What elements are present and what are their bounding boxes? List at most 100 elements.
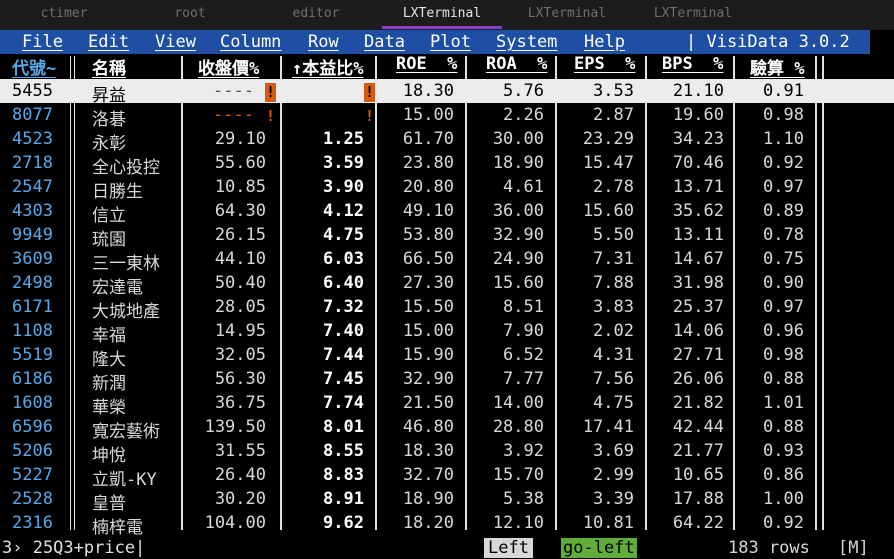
menu-column[interactable]: Column [220,32,281,52]
col-header-bps[interactable]: BPS % [662,54,723,78]
table-row-selected[interactable]: 5455 昇益 ---- 18.30 5.76 3.53 21.10 0.91!! [0,79,894,106]
cell-roe: 20.80 [402,177,454,197]
cell-price: 44.10 [214,249,266,269]
menu-edit[interactable]: Edit [88,32,129,52]
cell-roe: 53.80 [402,225,454,245]
menu-system[interactable]: System [496,32,557,52]
cell-bps: 14.06 [672,321,724,341]
cell-bps: 31.98 [672,273,724,293]
table-row[interactable]: 4303 信立 64.30 4.12 49.10 36.00 15.60 35.62 0.89 [0,199,894,226]
table-row[interactable]: 5206 坤悅 31.55 8.55 18.30 3.92 3.69 21.77 0.93 [0,439,894,466]
cell-roe: 15.50 [402,297,454,317]
table-row[interactable]: 6171 大城地產 28.05 7.32 15.50 8.51 3.83 25.37 0.97 [0,295,894,322]
cell-roa: 36.00 [492,201,544,221]
cell-code: 2528 [12,489,53,509]
cell-roa: 18.90 [492,153,544,173]
cell-eps: 2.87 [593,105,634,125]
cell-bps: 64.22 [672,513,724,533]
cell-price: 26.15 [214,225,266,245]
cell-eps: 2.02 [593,321,634,341]
cell-pe-ratio: 7.74 [323,393,364,413]
tab-lxterminal-3[interactable]: LXTerminal [634,6,752,21]
tab-editor[interactable]: editor [272,6,360,21]
cell-acid: 0.92 [763,153,804,173]
table-row[interactable]: 2547 日勝生 10.85 3.90 20.80 4.61 2.78 13.71 0.97 [0,175,894,202]
table-row[interactable]: 5227 立凱-KY 26.40 8.83 32.70 15.70 2.99 10.65 0.8… [0,463,894,490]
cell-eps: 5.50 [593,225,634,245]
cell-code: 4303 [12,201,53,221]
cell-roa: 5.76 [503,81,544,101]
menu-data[interactable]: Data [364,32,405,52]
cell-roa: 7.90 [503,321,544,341]
cell-roe: 15.00 [402,321,454,341]
cell-code: 9949 [12,225,53,245]
cell-code: 5519 [12,345,53,365]
table-row[interactable]: 4523 永彰 29.10 1.25 61.70 30.00 23.29 34.23 1.10 [0,127,894,154]
sheet-indicator[interactable]: 3› 25Q3+price| [2,538,145,558]
cell-eps: 3.53 [593,81,634,101]
cell-acid: 0.89 [763,201,804,221]
cell-pe-ratio: 8.55 [323,441,364,461]
cell-price: 104.00 [204,513,266,533]
cell-roe: 32.70 [402,465,454,485]
table-row[interactable]: 5519 隆大 32.05 7.44 15.90 6.52 4.31 27.71 0.98 [0,343,894,370]
menu-plot[interactable]: Plot [430,32,471,52]
cell-roa: 8.51 [503,297,544,317]
cell-bps: 17.88 [672,489,724,509]
cell-roa: 30.00 [492,129,544,149]
cell-pe-ratio: 6.03 [323,249,364,269]
col-header-acid[interactable]: 驗算 % [750,54,804,79]
col-header-price[interactable]: 收盤價% [198,54,259,79]
table-row[interactable]: 8077 洛碁 ---- 15.00 2.26 2.87 19.60 0.98!! [0,103,894,130]
cell-price: ---- [213,81,254,101]
col-header-name[interactable]: 名稱 [92,54,126,79]
cell-bps: 25.37 [672,297,724,317]
cell-pe-ratio: 4.12 [323,201,364,221]
cell-roa: 6.52 [503,345,544,365]
cell-roe: 18.20 [402,513,454,533]
cell-acid: 0.91 [763,81,804,101]
tab-lxterminal-active[interactable]: LXTerminal [382,6,502,21]
table-row[interactable]: 2718 全心投控 55.60 3.59 23.80 18.90 15.47 70.46 0.9… [0,151,894,178]
error-marker-icon: ! [364,107,375,125]
menu-help[interactable]: Help [584,32,625,52]
col-header-eps[interactable]: EPS % [574,54,635,78]
cell-price: 64.30 [214,201,266,221]
cell-acid: 0.88 [763,369,804,389]
cell-pe-ratio: 7.45 [323,369,364,389]
table-row[interactable]: 6596 寬宏藝術 139.50 8.01 46.80 28.80 17.41 42.44 0.… [0,415,894,442]
table-row[interactable]: 2316 楠梓電 104.00 9.62 18.20 12.10 10.81 64.22 0.9… [0,511,894,538]
cell-code: 6596 [12,417,53,437]
cell-bps: 70.46 [672,153,724,173]
col-header-pe-ratio[interactable]: ↑本益比% [292,54,363,79]
cell-acid: 0.92 [763,513,804,533]
menu-row[interactable]: Row [308,32,339,52]
col-header-roa[interactable]: ROA % [486,54,547,78]
cell-roa: 15.60 [492,273,544,293]
active-tab-indicator [382,26,502,29]
tab-root[interactable]: root [146,6,234,21]
cell-roa: 12.10 [492,513,544,533]
error-marker-icon: ! [364,83,375,102]
table-row[interactable]: 1108 幸福 14.95 7.40 15.00 7.90 2.02 14.06 0.96 [0,319,894,346]
menu-file[interactable]: File [22,32,63,52]
table-row[interactable]: 2498 宏達電 50.40 6.40 27.30 15.60 7.88 31.98 0.90 [0,271,894,298]
cell-price: ---- [213,105,254,125]
table-row[interactable]: 2528 皇普 30.20 8.91 18.90 5.38 3.39 17.88 1.00 [0,487,894,514]
table-row[interactable]: 3609 三一東林 44.10 6.03 66.50 24.90 7.31 14.67 0.75 [0,247,894,274]
cell-eps: 23.29 [582,129,634,149]
cell-roa: 7.77 [503,369,544,389]
cell-bps: 13.71 [672,177,724,197]
tab-ctimer[interactable]: ctimer [20,6,108,21]
tab-lxterminal-2[interactable]: LXTerminal [508,6,626,21]
error-marker-icon: ! [265,83,276,102]
cell-bps: 35.62 [672,201,724,221]
table-row[interactable]: 9949 琉園 26.15 4.75 53.80 32.90 5.50 13.11 0.78 [0,223,894,250]
table-row[interactable]: 1608 華榮 36.75 7.74 21.50 14.00 4.75 21.82 1.01 [0,391,894,418]
col-header-code[interactable]: 代號~ [12,54,56,79]
menu-view[interactable]: View [155,32,196,52]
col-header-roe[interactable]: ROE % [396,54,457,78]
cell-price: 30.20 [214,489,266,509]
table-row[interactable]: 6186 新潤 56.30 7.45 32.90 7.77 7.56 26.06 0.88 [0,367,894,394]
cell-eps: 17.41 [582,417,634,437]
